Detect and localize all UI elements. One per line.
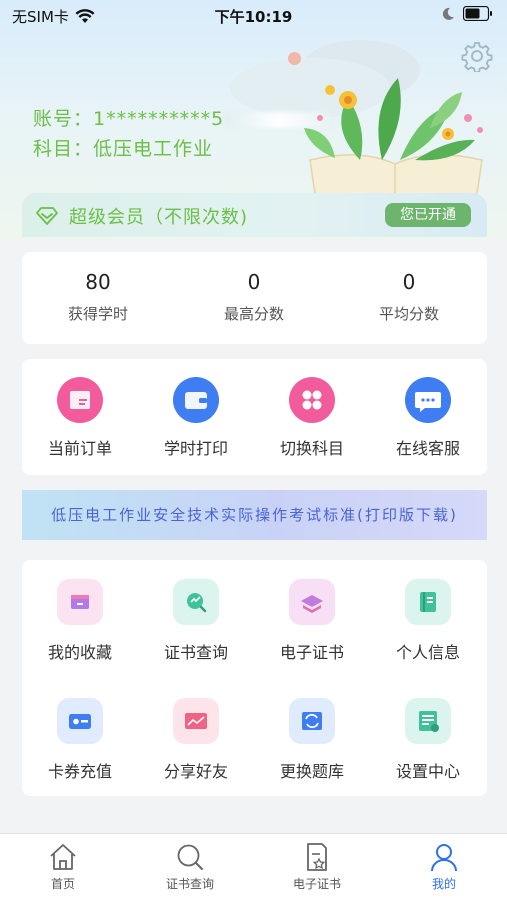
quick-action-label: 在线客服 <box>395 439 460 458</box>
grid-item-label: 证书查询 <box>163 643 228 662</box>
grid-item-e-certificate[interactable]: 电子证书 <box>254 579 370 663</box>
account-label: 账号： <box>33 108 94 130</box>
stat-highest-score: 0 最高分数 <box>196 270 312 324</box>
stat-average-score: 0 平均分数 <box>351 270 467 324</box>
personal-info-icon <box>405 579 451 625</box>
grid-item-label: 个人信息 <box>395 643 460 662</box>
stat-value: 0 <box>247 270 261 294</box>
card-recharge-icon <box>57 698 103 744</box>
switch-subject-icon <box>289 377 335 423</box>
wallet-icon <box>173 377 219 423</box>
certificate-search-icon <box>173 579 219 625</box>
moon-icon <box>442 7 454 20</box>
grid-item-personal-info[interactable]: 个人信息 <box>370 579 486 663</box>
grid-item-label: 我的收藏 <box>47 643 112 662</box>
user-icon <box>431 844 457 872</box>
subject-label: 科目： <box>33 138 94 160</box>
tab-home[interactable]: 首页 <box>0 842 126 892</box>
quick-action-label: 切换科目 <box>279 439 344 458</box>
stat-study-hours: 80 获得学时 <box>40 270 156 324</box>
quick-action-label: 学时打印 <box>163 439 228 458</box>
grid-item-label: 分享好友 <box>163 762 228 781</box>
status-bar: 无SIM卡 下午10:19 <box>0 0 507 30</box>
subject-line: 科目：低压电工作业 <box>33 134 213 161</box>
tab-label: 我的 <box>431 877 456 891</box>
favorites-icon <box>57 579 103 625</box>
tab-label: 电子证书 <box>292 877 341 891</box>
status-time: 下午10:19 <box>214 8 293 26</box>
stat-label: 获得学时 <box>67 305 128 323</box>
quick-action-switch-subject[interactable]: 切换科目 <box>254 377 370 459</box>
grid-item-settings-center[interactable]: 设置中心 <box>370 698 486 782</box>
quick-action-label: 当前订单 <box>47 439 112 458</box>
tab-certificate-search[interactable]: 证书查询 <box>127 842 253 892</box>
grid-item-share-friends[interactable]: 分享好友 <box>138 698 254 782</box>
grid-item-favorites[interactable]: 我的收藏 <box>22 579 138 663</box>
book-plants-illustration <box>304 78 483 203</box>
chat-icon <box>405 377 451 423</box>
grid-item-change-question-bank[interactable]: 更换题库 <box>254 698 370 782</box>
share-friends-icon <box>173 698 219 744</box>
background-sun <box>288 52 301 65</box>
feature-grid-card: 我的收藏 证书查询 电子证书 个人信息 卡券充值 分享好友 更换题库 设置中心 <box>22 560 487 796</box>
stat-value: 0 <box>402 270 416 294</box>
document-star-icon <box>307 843 327 871</box>
account-value: 1**********5 <box>93 108 225 130</box>
vip-status-badge[interactable]: 您已开通 <box>385 203 471 227</box>
tab-label: 首页 <box>50 877 75 891</box>
stat-value: 80 <box>85 270 111 294</box>
grid-item-certificate-search[interactable]: 证书查询 <box>138 579 254 663</box>
stat-label: 平均分数 <box>378 305 439 323</box>
battery-icon <box>463 6 492 21</box>
tab-mine[interactable]: 我的 <box>381 842 507 892</box>
quick-action-hours-print[interactable]: 学时打印 <box>138 377 254 459</box>
profile-header: 无SIM卡 下午10:19 账号：1**********5 科目：低压电工作业 … <box>0 0 507 240</box>
vip-membership-bar[interactable]: 超级会员（不限次数) 您已开通 <box>22 193 487 237</box>
tab-label: 证书查询 <box>165 877 214 891</box>
grid-item-card-recharge[interactable]: 卡券充值 <box>22 698 138 782</box>
home-icon <box>50 844 76 870</box>
quick-action-current-order[interactable]: 当前订单 <box>22 377 138 459</box>
vip-title: 超级会员（不限次数) <box>69 207 249 228</box>
quick-actions-card: 当前订单 学时打印 切换科目 在线客服 <box>22 359 487 475</box>
exam-standard-download-banner[interactable]: 低压电工作业安全技术实际操作考试标准(打印版下载) <box>22 490 487 540</box>
tab-e-certificate[interactable]: 电子证书 <box>254 842 380 892</box>
grid-item-label: 卡券充值 <box>47 762 112 781</box>
stat-label: 最高分数 <box>223 305 284 323</box>
change-question-bank-icon <box>289 698 335 744</box>
grid-item-label: 设置中心 <box>395 762 460 781</box>
grid-item-label: 电子证书 <box>279 643 344 662</box>
search-icon <box>177 844 203 870</box>
subject-value: 低压电工作业 <box>93 138 214 160</box>
stats-card: 80 获得学时 0 最高分数 0 平均分数 <box>22 252 487 344</box>
order-icon <box>57 377 103 423</box>
bottom-tab-bar: 首页 证书查询 电子证书 我的 <box>0 833 507 900</box>
diamond-icon <box>36 207 58 225</box>
e-certificate-icon <box>289 579 335 625</box>
grid-item-label: 更换题库 <box>279 762 344 781</box>
quick-action-online-service[interactable]: 在线客服 <box>370 377 486 459</box>
settings-center-icon <box>405 698 451 744</box>
